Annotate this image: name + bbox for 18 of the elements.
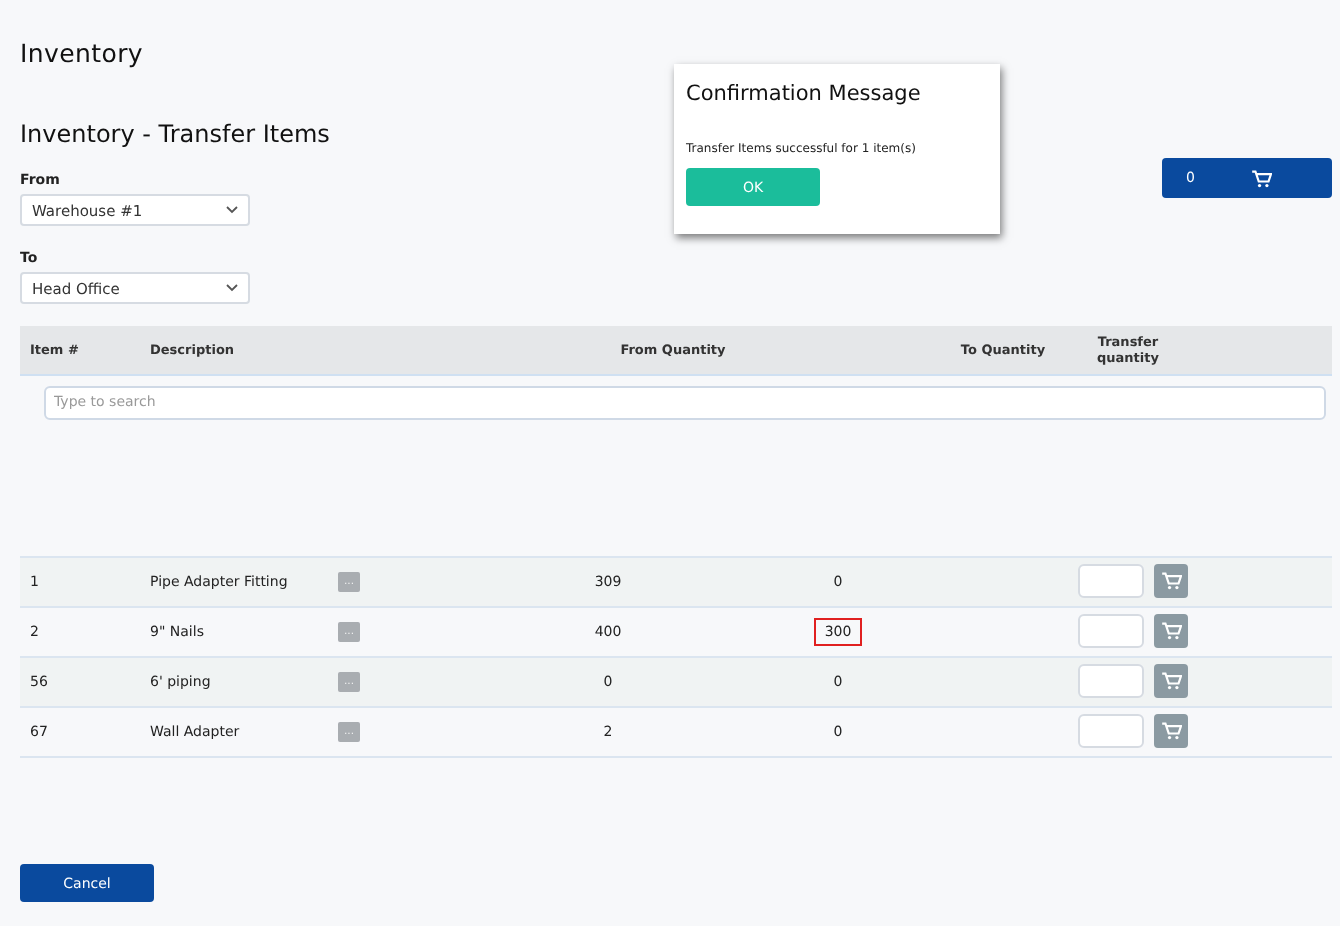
cart-icon bbox=[1161, 572, 1181, 590]
add-to-cart-button[interactable] bbox=[1154, 564, 1188, 598]
cart-icon bbox=[1161, 722, 1181, 740]
add-to-cart-button[interactable] bbox=[1154, 714, 1188, 748]
chevron-icon bbox=[226, 284, 238, 292]
add-to-cart-button[interactable] bbox=[1154, 614, 1188, 648]
page-title: Inventory bbox=[20, 38, 144, 68]
quantity-input[interactable] bbox=[1078, 614, 1144, 648]
quantity-input[interactable] bbox=[1078, 564, 1144, 598]
form-title: Inventory - Transfer Items bbox=[20, 120, 330, 148]
quantity-input[interactable] bbox=[1078, 714, 1144, 748]
add-to-cart-button[interactable] bbox=[1154, 664, 1188, 698]
cart-icon bbox=[1161, 622, 1181, 640]
quantity-input[interactable] bbox=[1078, 664, 1144, 698]
cart-icon bbox=[1161, 672, 1181, 690]
chevron-icon bbox=[226, 206, 238, 214]
dialog-title: Confirmation Message bbox=[686, 82, 923, 106]
cart-icon bbox=[1252, 169, 1273, 187]
